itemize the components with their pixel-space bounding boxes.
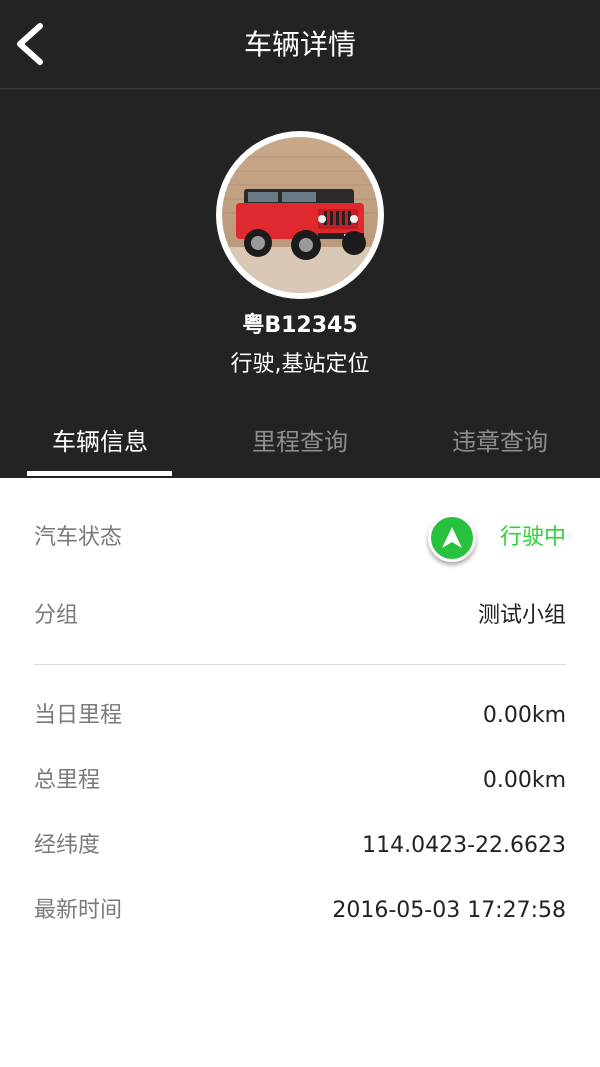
license-plate: 粤B12345 (242, 313, 358, 338)
total-mileage-label: 总里程 (34, 768, 101, 793)
latest-time-value: 2016-05-03 17:27:58 (332, 898, 566, 923)
latest-time-label: 最新时间 (34, 898, 123, 923)
coordinates-label: 经纬度 (34, 833, 101, 858)
vehicle-info-panel: 汽车状态 行驶中 分组 测试小组 当日里程 0.00km 总里程 0.00km … (0, 478, 600, 1067)
group-row: 分组 测试小组 (34, 596, 566, 636)
total-mileage-value: 0.00km (482, 768, 566, 793)
daily-mileage-label: 当日里程 (34, 703, 123, 728)
section-divider (34, 664, 566, 665)
group-value: 测试小组 (477, 603, 566, 628)
vehicle-avatar (216, 131, 384, 299)
status-row: 汽车状态 行驶中 (34, 514, 566, 562)
car-photo (222, 137, 378, 293)
vehicle-summary: 粤B12345 行驶,基站定位 车辆信息 里程查询 违章查询 (0, 89, 600, 478)
group-label: 分组 (34, 603, 79, 628)
tab-violation-query[interactable]: 违章查询 (400, 422, 600, 474)
active-tab-indicator (27, 471, 172, 476)
daily-mileage-value: 0.00km (482, 703, 566, 728)
location-status: 行驶,基站定位 (230, 352, 370, 377)
total-mileage-row: 总里程 0.00km (34, 761, 566, 801)
daily-mileage-row: 当日里程 0.00km (34, 696, 566, 736)
status-value: 行驶中 (499, 525, 566, 550)
page-title: 车辆详情 (243, 28, 356, 61)
navigation-arrow-icon[interactable] (428, 514, 476, 562)
coordinates-value: 114.0423-22.6623 (362, 833, 566, 858)
tab-mileage-query[interactable]: 里程查询 (200, 422, 400, 474)
tab-vehicle-info[interactable]: 车辆信息 (0, 422, 200, 474)
latest-time-row: 最新时间 2016-05-03 17:27:58 (34, 891, 566, 931)
status-label: 汽车状态 (34, 525, 123, 550)
coordinates-row: 经纬度 114.0423-22.6623 (34, 826, 566, 866)
top-bar: 车辆详情 (0, 0, 600, 89)
